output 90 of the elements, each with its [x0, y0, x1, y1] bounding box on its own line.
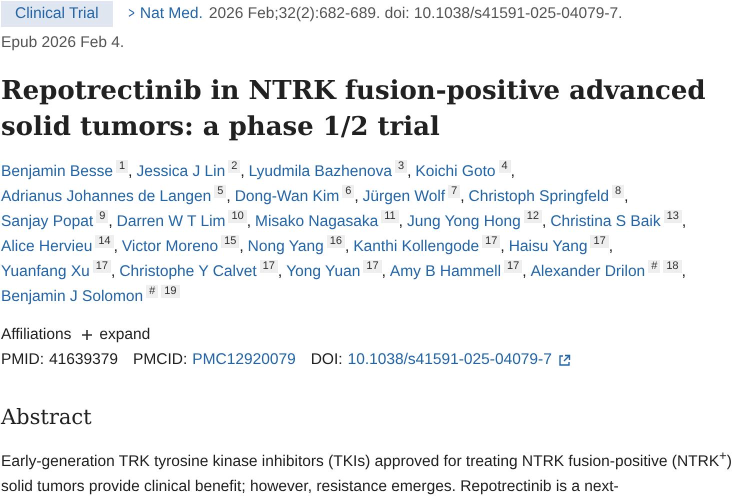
- author-link[interactable]: Christophe Y Calvet: [119, 263, 257, 280]
- affiliation-number[interactable]: 17: [590, 235, 609, 248]
- author-link[interactable]: Victor Moreno: [122, 238, 218, 255]
- epub-date: Epub 2026 Feb 4.: [1, 33, 126, 53]
- author-separator: ,: [682, 263, 686, 280]
- author-link[interactable]: Adrianus Johannes de Langen: [1, 188, 212, 205]
- affiliation-number[interactable]: 15: [221, 235, 240, 248]
- author-link[interactable]: Lyudmila Bazhenova: [248, 163, 392, 180]
- author-separator: ,: [345, 238, 350, 255]
- affiliation-number[interactable]: 2: [228, 160, 240, 173]
- author-separator: ,: [128, 163, 132, 180]
- affiliation-number[interactable]: 13: [664, 210, 682, 223]
- author-separator: ,: [460, 188, 465, 205]
- author-link[interactable]: Yong Yuan: [286, 263, 360, 280]
- author-separator: ,: [608, 238, 614, 255]
- author-separator: ,: [500, 238, 505, 255]
- author-separator: ,: [522, 263, 527, 280]
- author-separator: ,: [542, 213, 546, 230]
- author-link[interactable]: Jürgen Wolf: [362, 188, 446, 205]
- author-link[interactable]: Darren W T Lim: [116, 213, 226, 230]
- affiliation-number[interactable]: #: [146, 285, 158, 298]
- author-separator: ,: [407, 163, 412, 180]
- author-separator: ,: [246, 213, 252, 230]
- pmid-label: PMID:: [1, 350, 44, 370]
- affiliation-number[interactable]: 17: [260, 260, 278, 273]
- author-separator: ,: [239, 238, 244, 255]
- affiliation-number[interactable]: 5: [214, 185, 226, 198]
- author-link[interactable]: Dong-Wan Kim: [234, 188, 340, 205]
- journal-link[interactable]: > Nat Med.: [126, 4, 203, 22]
- author-link[interactable]: Nong Yang: [248, 238, 324, 255]
- author-link[interactable]: Alexander Drilon: [530, 263, 646, 280]
- affiliation-number[interactable]: #: [648, 260, 660, 273]
- author-separator: ,: [278, 263, 282, 280]
- author-link[interactable]: Jung Yong Hong: [406, 213, 521, 230]
- affiliation-number[interactable]: 12: [524, 210, 542, 223]
- abstract-heading: Abstract: [1, 404, 93, 431]
- affiliation-number[interactable]: 18: [663, 260, 682, 273]
- author-separator: ,: [108, 213, 113, 230]
- affiliation-number[interactable]: 1: [116, 160, 128, 173]
- author-separator: ,: [354, 188, 359, 205]
- author-link[interactable]: Benjamin Besse: [1, 163, 114, 180]
- affiliations-label: Affiliations: [1, 325, 72, 345]
- abstract-text: Early-generation TRK tyrosine kinase inhibitors (TKIs) approved for treating NTRK fusion-positive (NTRK$^{+}$) solid tumors provide clinical benefit; however, resistance emerges. Repotrectinib is a next-: [1, 447, 733, 498]
- affiliation-number[interactable]: 4: [498, 160, 511, 173]
- author-separator: ,: [624, 188, 628, 205]
- author-link[interactable]: Jessica J Lin: [136, 163, 226, 180]
- plus-icon: [81, 329, 94, 341]
- affiliation-number[interactable]: 17: [504, 260, 522, 273]
- author-link[interactable]: Christoph Springfeld: [468, 188, 609, 205]
- author-separator: ,: [682, 213, 686, 230]
- author-separator: ,: [382, 263, 386, 280]
- affiliation-number[interactable]: 19: [161, 285, 180, 298]
- author-link[interactable]: Christina S Baik: [550, 213, 661, 230]
- affiliation-number[interactable]: 10: [228, 210, 247, 223]
- citation-text: 2026 Feb;32(2):682-689. doi: 10.1038/s41591-025-04079-7.: [208, 4, 622, 22]
- pmcid-link[interactable]: PMC12920079: [192, 347, 296, 373]
- affiliation-number[interactable]: 17: [92, 260, 112, 273]
- affiliation-number[interactable]: 6: [342, 185, 354, 198]
- affiliation-number[interactable]: 14: [95, 235, 114, 248]
- affiliation-number[interactable]: 9: [96, 210, 108, 223]
- author-link[interactable]: Benjamin J Solomon: [1, 288, 144, 305]
- affiliation-number[interactable]: 16: [326, 235, 346, 248]
- pmid-value: 41639379: [49, 350, 118, 370]
- affiliation-number[interactable]: 11: [381, 210, 399, 223]
- author-link[interactable]: Amy B Hammell: [390, 263, 502, 280]
- author-separator: ,: [114, 238, 118, 255]
- affiliation-number[interactable]: 3: [394, 160, 408, 173]
- expand-button[interactable]: expand: [81, 323, 150, 347]
- author-separator: ,: [111, 263, 116, 280]
- doi-label: DOI:: [310, 350, 343, 370]
- external-link-icon[interactable]: [558, 354, 571, 366]
- author-link[interactable]: Yuanfang Xu: [1, 263, 90, 280]
- article-title: Repotrectinib in NTRK fusion-positive advanced solid tumors: a phase 1/2 trial: [1, 75, 707, 144]
- doi-link[interactable]: 10.1038/s41591-025-04079-7: [348, 347, 552, 373]
- affiliation-number[interactable]: 17: [482, 235, 500, 248]
- pmcid-label: PMCID:: [133, 350, 188, 370]
- author-link[interactable]: Alice Hervieu: [1, 238, 92, 255]
- affiliation-number[interactable]: 8: [612, 185, 624, 198]
- affiliation-number[interactable]: 17: [363, 260, 382, 273]
- author-separator: ,: [240, 163, 245, 180]
- author-link[interactable]: Kanthi Kollengode: [353, 238, 480, 255]
- author-link[interactable]: Haisu Yang: [508, 238, 588, 255]
- author-link[interactable]: Sanjay Popat: [1, 213, 94, 230]
- author-separator: ,: [398, 213, 403, 230]
- author-link[interactable]: Misako Nagasaka: [255, 213, 378, 230]
- author-separator: ,: [226, 188, 231, 205]
- affiliation-number[interactable]: 7: [448, 185, 460, 198]
- author-separator: ,: [510, 163, 515, 180]
- article-type-badge: Clinical Trial: [1, 0, 113, 26]
- author-link[interactable]: Koichi Goto: [415, 163, 496, 180]
